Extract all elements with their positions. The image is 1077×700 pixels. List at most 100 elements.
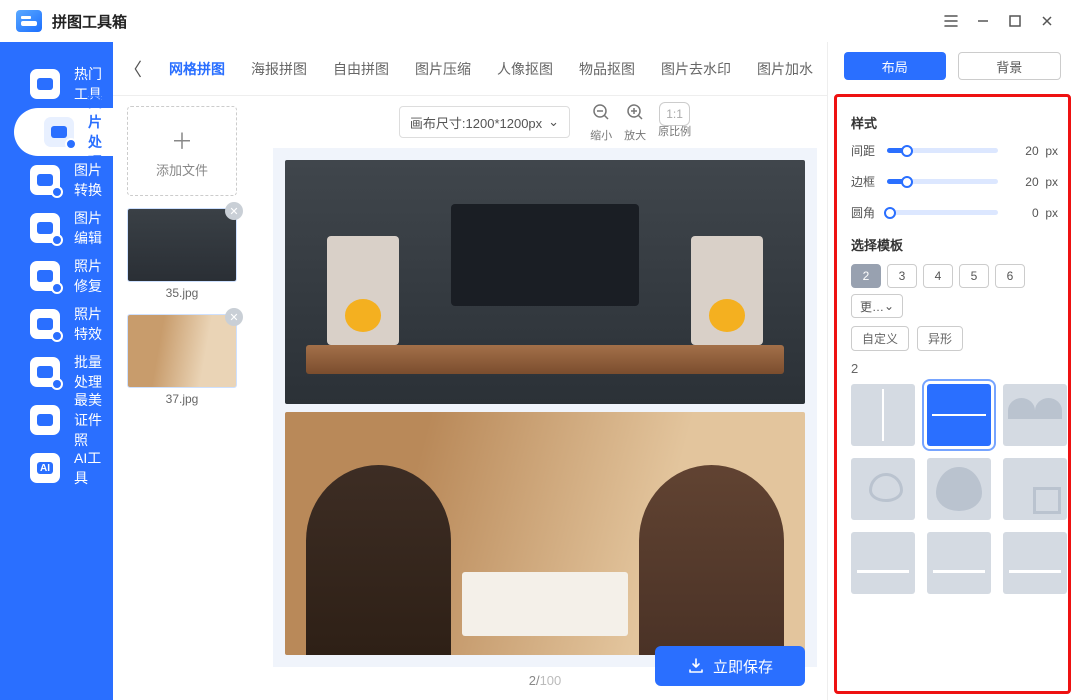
convert-icon [30,165,60,195]
image-icon [44,117,74,147]
slider-border-track[interactable] [887,179,998,184]
slider-gap-value: 20 px [1006,144,1058,158]
template-inset[interactable] [1003,458,1067,520]
tab-free-collage[interactable]: 自由拼图 [333,59,389,79]
count-tab-2[interactable]: 2 [851,264,881,288]
sidebar-item-photo-restore[interactable]: 照片修复 [0,252,113,300]
page-current: 2 [529,673,536,688]
panel-tab-layout[interactable]: 布局 [844,52,946,80]
template-grid [851,384,1058,594]
chip-custom[interactable]: 自定义 [851,326,909,351]
page-total: 100 [540,673,562,688]
tab-poster-collage[interactable]: 海报拼图 [251,59,307,79]
thumbnail-image-icon [127,208,237,282]
tabs-row: 〈 网格拼图 海报拼图 自由拼图 图片压缩 人像抠图 物品抠图 图片去水印 图片… [113,42,827,96]
download-icon [687,657,705,675]
menu-icon[interactable] [937,7,965,35]
tab-object-matting[interactable]: 物品抠图 [579,59,635,79]
batch-icon [30,357,60,387]
chevron-down-icon: ⌄ [548,114,559,130]
sidebar-item-photo-effect[interactable]: 照片特效 [0,300,113,348]
template-stack-b[interactable] [927,532,991,594]
maximize-button[interactable] [1001,7,1029,35]
slider-border-value: 20 px [1006,175,1058,189]
zoom-out-label: 缩小 [590,127,612,143]
sidebar-item-label: AI工具 [74,448,113,488]
zoom-in-label: 放大 [624,127,646,143]
tab-compress[interactable]: 图片压缩 [415,59,471,79]
slider-border: 边框 20 px [851,173,1058,190]
canvas-size-select[interactable]: 画布尺寸:1200*1200px ⌄ [399,106,570,138]
template-double-heart[interactable] [1003,384,1067,446]
thumbnail-remove-button[interactable]: ✕ [225,308,243,326]
slider-gap-label: 间距 [851,142,879,159]
template-heart-fill[interactable] [927,458,991,520]
tab-grid-collage[interactable]: 网格拼图 [169,59,225,79]
right-panel: 布局 背景 样式 间距 20 px 边框 20 px 圆角 [827,42,1077,700]
sidebar-item-image-edit[interactable]: 图片编辑 [0,204,113,252]
slider-radius-track[interactable] [887,210,998,215]
original-ratio-button[interactable]: 1:1 原比例 [658,106,691,139]
sidebar-item-image-process[interactable]: 图片处理 [14,108,113,156]
ai-icon: AI [30,453,60,483]
count-tab-more[interactable]: 更… ⌄ [851,294,903,318]
sidebar-item-image-convert[interactable]: 图片转换 [0,156,113,204]
canvas-preview[interactable] [273,148,817,667]
count-tab-6[interactable]: 6 [995,264,1025,288]
sidebar-item-label: 批量处理 [74,352,113,392]
tab-add-watermark[interactable]: 图片加水 [757,59,813,79]
zoom-in-button[interactable]: 放大 [624,102,646,143]
thumbnail-item[interactable]: ✕ 37.jpg [127,314,237,414]
chip-irregular[interactable]: 异形 [917,326,963,351]
canvas-slot-1[interactable] [285,160,805,404]
current-count-label: 2 [851,361,1058,376]
camera-plus-icon [30,261,60,291]
canvas-size-label: 画布尺寸:1200*1200px [410,113,542,132]
zoom-out-button[interactable]: 缩小 [590,102,612,143]
template-heart-outline[interactable] [851,458,915,520]
tab-portrait-matting[interactable]: 人像抠图 [497,59,553,79]
sidebar-item-batch[interactable]: 批量处理 [0,348,113,396]
template-2-columns[interactable] [851,384,915,446]
back-button[interactable]: 〈 [123,56,143,82]
count-tab-4[interactable]: 4 [923,264,953,288]
template-stack-a[interactable] [851,532,915,594]
sidebar-item-ai-tools[interactable]: AI AI工具 [0,444,113,492]
titlebar: 拼图工具箱 [0,0,1077,42]
template-count-tabs: 2 3 4 5 6 更… ⌄ [851,264,1058,318]
slider-radius-label: 圆角 [851,204,879,221]
count-tab-5[interactable]: 5 [959,264,989,288]
thumbnail-filename: 37.jpg [127,388,237,414]
sidebar-item-label: 图片编辑 [74,208,113,248]
template-stack-c[interactable] [1003,532,1067,594]
sidebar-item-id-photo[interactable]: 最美证件照 [0,396,113,444]
chevron-down-icon: ⌄ [884,299,894,313]
slider-radius: 圆角 0 px [851,204,1058,221]
template-2-rows[interactable] [927,384,991,446]
slider-border-label: 边框 [851,173,879,190]
section-template-label: 选择模板 [851,235,1058,254]
canvas-controls: 画布尺寸:1200*1200px ⌄ 缩小 放大 [273,96,817,148]
add-file-button[interactable]: ＋ 添加文件 [127,106,237,196]
sidebar-item-label: 照片修复 [74,256,113,296]
thumbnail-item[interactable]: ✕ 35.jpg [127,208,237,308]
save-button[interactable]: 立即保存 [655,646,805,686]
thumbnail-filename: 35.jpg [127,282,237,308]
tab-remove-watermark[interactable]: 图片去水印 [661,59,731,79]
count-tab-3[interactable]: 3 [887,264,917,288]
sidebar-item-label: 图片转换 [74,160,113,200]
thumbnail-image-icon [127,314,237,388]
ratio-badge: 1:1 [659,102,690,126]
panel-tab-background[interactable]: 背景 [958,52,1062,80]
canvas-slot-2[interactable] [285,412,805,656]
thumbnail-remove-button[interactable]: ✕ [225,202,243,220]
slider-gap-track[interactable] [887,148,998,153]
thumbnail-list: ＋ 添加文件 ✕ 35.jpg ✕ 37.jpg [113,96,263,700]
slider-gap: 间距 20 px [851,142,1058,159]
slider-radius-value: 0 px [1006,206,1058,220]
person-icon [30,405,60,435]
close-button[interactable] [1033,7,1061,35]
sidebar-item-label: 最美证件照 [74,390,113,450]
spark-icon [30,69,60,99]
minimize-button[interactable] [969,7,997,35]
